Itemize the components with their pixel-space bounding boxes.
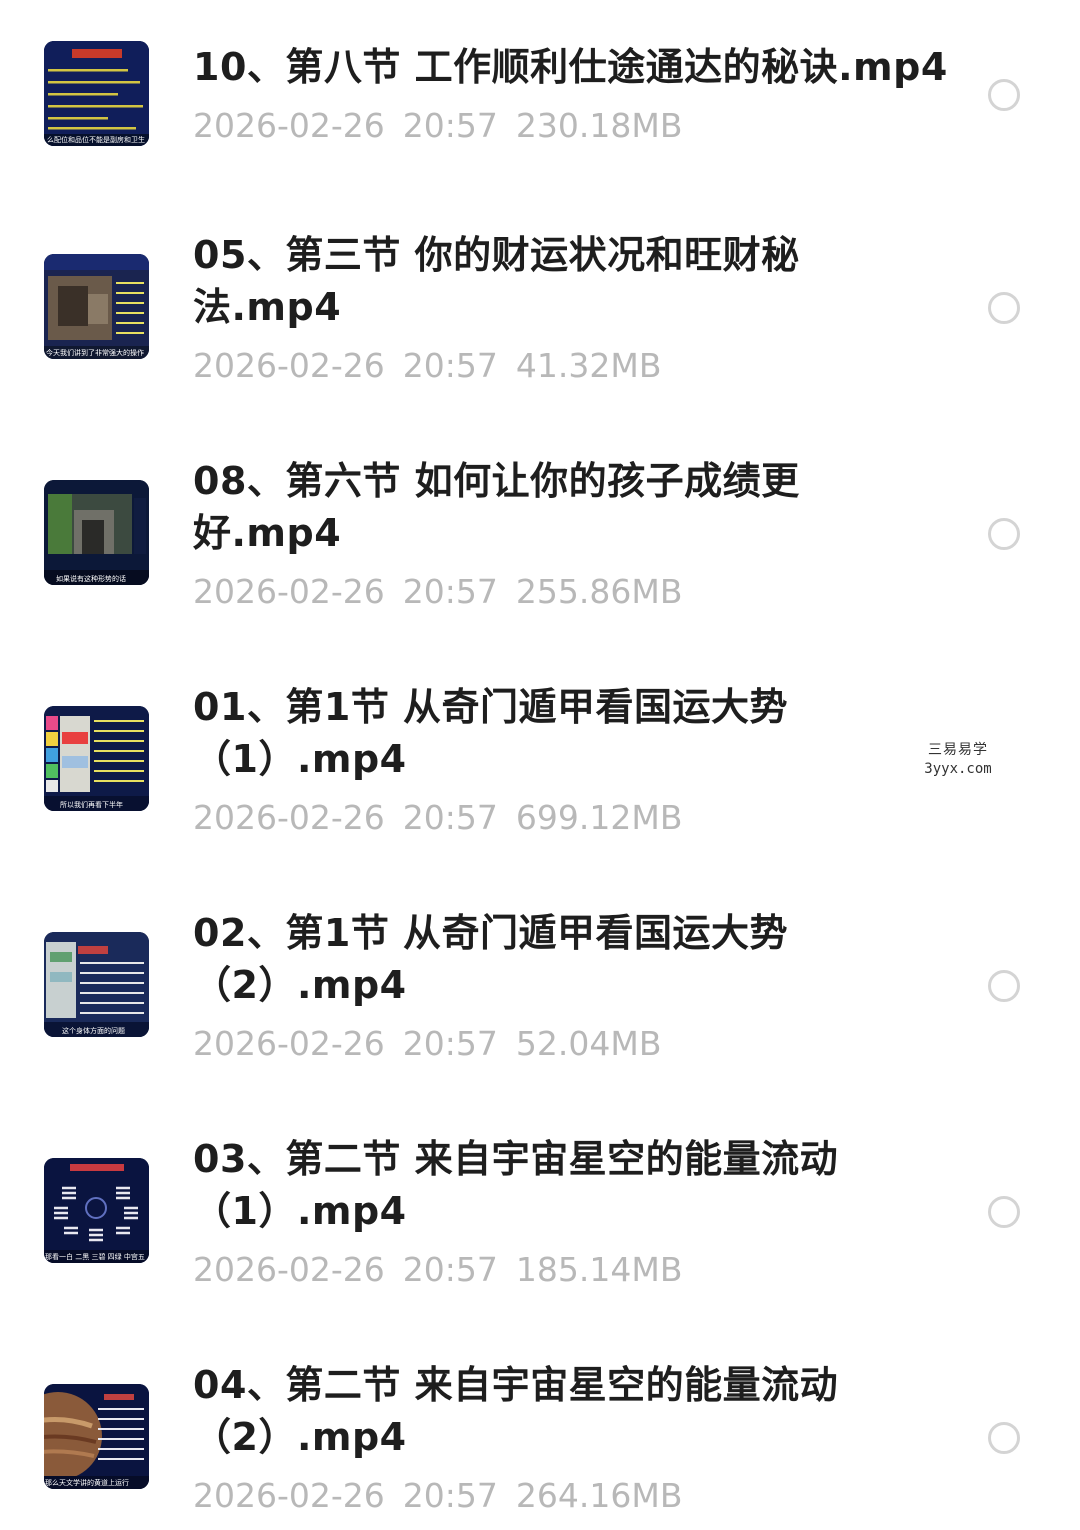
select-radio[interactable] (988, 79, 1020, 111)
thumbnail-caption: 这个身体方面的问题 (62, 1026, 125, 1035)
file-name-line: （1）.mp4 (193, 737, 407, 781)
file-name-line: 法.mp4 (193, 285, 342, 329)
file-name-line: （2）.mp4 (193, 1415, 407, 1459)
file-size: 41.32MB (515, 346, 662, 385)
list-item[interactable]: 那看一白 二黑 三碧 四绿 中宫五 03、第二节 来自宇宙星空的能量流动 （1）… (0, 1104, 1080, 1304)
video-thumbnail: 那看一白 二黑 三碧 四绿 中宫五 (44, 1158, 149, 1263)
select-radio[interactable] (988, 518, 1020, 550)
file-meta: 2026-02-26 20:57 230.18MB (193, 106, 700, 146)
select-radio[interactable] (988, 1422, 1020, 1454)
select-radio[interactable] (988, 1196, 1020, 1228)
video-thumbnail: 所以我们再看下半年 (44, 706, 149, 811)
file-time: 20:57 (402, 798, 498, 837)
list-item[interactable]: 今天我们讲到了非常强大的操作 05、第三节 你的财运状况和旺财秘 法.mp4 2… (0, 200, 1080, 400)
file-name-line: 10、第八节 工作顺利仕途通达的秘诀.mp4 (193, 45, 948, 89)
watermark-url: 3yyx.com (924, 761, 992, 777)
file-time: 20:57 (402, 106, 498, 145)
file-date: 2026-02-26 (193, 1024, 385, 1063)
video-thumbnail: 么配位和品位不能是副房和卫生 (44, 41, 149, 146)
thumbnail-caption: 如果说有这种形势的话 (56, 574, 126, 583)
file-name: 04、第二节 来自宇宙星空的能量流动 （2）.mp4 (193, 1359, 893, 1463)
file-size: 230.18MB (515, 106, 683, 145)
file-meta: 2026-02-26 20:57 255.86MB (193, 572, 700, 612)
file-date: 2026-02-26 (193, 1476, 385, 1515)
file-name-line: 01、第1节 从奇门遁甲看国运大势 (193, 685, 789, 729)
list-item[interactable]: 那么天文学讲的黄道上运行 04、第二节 来自宇宙星空的能量流动 （2）.mp4 … (0, 1330, 1080, 1530)
file-name-line: 08、第六节 如何让你的孩子成绩更 (193, 459, 800, 503)
thumbnail-caption: 那么天文学讲的黄道上运行 (45, 1478, 129, 1487)
file-name: 01、第1节 从奇门遁甲看国运大势 （1）.mp4 (193, 681, 893, 785)
file-name: 02、第1节 从奇门遁甲看国运大势 （2）.mp4 (193, 907, 893, 1011)
file-date: 2026-02-26 (193, 346, 385, 385)
file-size: 255.86MB (515, 572, 683, 611)
list-item[interactable]: 这个身体方面的问题 02、第1节 从奇门遁甲看国运大势 （2）.mp4 2026… (0, 878, 1080, 1078)
file-meta: 2026-02-26 20:57 185.14MB (193, 1250, 700, 1290)
file-name-line: 03、第二节 来自宇宙星空的能量流动 (193, 1137, 839, 1181)
file-name: 05、第三节 你的财运状况和旺财秘 法.mp4 (193, 229, 893, 333)
thumbnail-caption: 那看一白 二黑 三碧 四绿 中宫五 (45, 1252, 145, 1261)
watermark-text: 三易易学 (928, 742, 988, 758)
video-thumbnail: 今天我们讲到了非常强大的操作 (44, 254, 149, 359)
file-name-line: 05、第三节 你的财运状况和旺财秘 (193, 233, 800, 277)
video-thumbnail: 这个身体方面的问题 (44, 932, 149, 1037)
thumbnail-caption: 么配位和品位不能是副房和卫生 (47, 135, 145, 144)
file-name: 10、第八节 工作顺利仕途通达的秘诀.mp4 (193, 41, 948, 93)
file-date: 2026-02-26 (193, 798, 385, 837)
file-name-line: （1）.mp4 (193, 1189, 407, 1233)
file-name: 08、第六节 如何让你的孩子成绩更 好.mp4 (193, 455, 893, 559)
file-size: 52.04MB (515, 1024, 662, 1063)
file-size: 699.12MB (515, 798, 683, 837)
thumbnail-caption: 所以我们再看下半年 (60, 800, 123, 809)
file-time: 20:57 (402, 1024, 498, 1063)
file-meta: 2026-02-26 20:57 52.04MB (193, 1024, 679, 1064)
file-name: 03、第二节 来自宇宙星空的能量流动 （1）.mp4 (193, 1133, 893, 1237)
file-date: 2026-02-26 (193, 572, 385, 611)
file-date: 2026-02-26 (193, 1250, 385, 1289)
thumbnail-caption: 今天我们讲到了非常强大的操作 (46, 348, 144, 357)
file-size: 185.14MB (515, 1250, 683, 1289)
file-name-line: 04、第二节 来自宇宙星空的能量流动 (193, 1363, 839, 1407)
list-item[interactable]: 如果说有这种形势的话 08、第六节 如何让你的孩子成绩更 好.mp4 2026-… (0, 426, 1080, 626)
file-date: 2026-02-26 (193, 106, 385, 145)
file-time: 20:57 (402, 1476, 498, 1515)
file-meta: 2026-02-26 20:57 264.16MB (193, 1476, 700, 1516)
file-size: 264.16MB (515, 1476, 683, 1515)
file-name-line: 02、第1节 从奇门遁甲看国运大势 (193, 911, 789, 955)
select-radio[interactable] (988, 292, 1020, 324)
file-time: 20:57 (402, 346, 498, 385)
list-item[interactable]: 么配位和品位不能是副房和卫生 10、第八节 工作顺利仕途通达的秘诀.mp4 20… (0, 0, 1080, 200)
file-meta: 2026-02-26 20:57 41.32MB (193, 346, 679, 386)
watermark: 三易易学 3yyx.com (918, 740, 998, 778)
file-time: 20:57 (402, 572, 498, 611)
file-meta: 2026-02-26 20:57 699.12MB (193, 798, 700, 838)
file-name-line: 好.mp4 (193, 511, 342, 555)
select-radio[interactable] (988, 970, 1020, 1002)
video-thumbnail: 如果说有这种形势的话 (44, 480, 149, 585)
video-thumbnail: 那么天文学讲的黄道上运行 (44, 1384, 149, 1489)
file-time: 20:57 (402, 1250, 498, 1289)
file-name-line: （2）.mp4 (193, 963, 407, 1007)
